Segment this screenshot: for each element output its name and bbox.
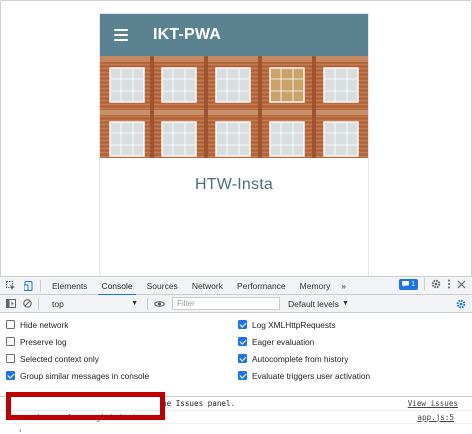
tab-performance[interactable]: Performance	[230, 277, 293, 295]
sidebar-toggle-icon[interactable]	[4, 297, 18, 311]
option-label: Autocomplete from history	[252, 353, 349, 364]
settings-right-column: Log XMLHttpRequests Eager evaluation Aut…	[238, 316, 470, 396]
issues-badge[interactable]: 1	[399, 278, 418, 290]
hide-network-option[interactable]: Hide network	[6, 316, 238, 333]
console-settings-gear-icon[interactable]	[456, 299, 466, 309]
evaluate-triggers-option[interactable]: Evaluate triggers user activation	[238, 367, 470, 384]
page-heading: HTW-Insta	[195, 176, 273, 193]
console-message: service worker registriert app.js:5	[0, 411, 472, 424]
eager-evaluation-checkbox[interactable]	[238, 337, 247, 346]
devtools-panel: Elements Console Sources Network Perform…	[0, 276, 472, 434]
option-label: Evaluate triggers user activation	[252, 370, 371, 381]
option-label: Selected context only	[20, 353, 99, 364]
option-label: Group similar messages in console	[20, 370, 150, 381]
console-settings: Hide network Preserve log Selected conte…	[0, 313, 472, 397]
separator	[40, 279, 41, 292]
group-similar-checkbox[interactable]	[6, 371, 15, 380]
message-icon	[402, 281, 410, 287]
view-issues-link[interactable]: View issues	[408, 399, 458, 408]
console-prompt[interactable]: ›	[0, 424, 472, 434]
autocomplete-option[interactable]: Autocomplete from history	[238, 350, 470, 367]
devtools-right-tools: 1	[399, 278, 466, 290]
app-header: IKT-PWA	[100, 14, 368, 56]
source-link[interactable]: app.js:5	[417, 413, 454, 422]
building-photo	[100, 56, 368, 158]
tab-elements[interactable]: Elements	[45, 277, 94, 295]
context-select[interactable]: top ▼	[47, 297, 143, 310]
option-label: Preserve log	[20, 336, 67, 347]
log-xhr-option[interactable]: Log XMLHttpRequests	[238, 316, 470, 333]
close-icon[interactable]	[457, 280, 466, 289]
selected-context-option[interactable]: Selected context only	[6, 350, 238, 367]
clear-console-icon[interactable]	[20, 297, 34, 311]
option-label: Eager evaluation	[252, 336, 315, 347]
gear-icon[interactable]	[431, 279, 441, 289]
console-output: he Issues panel. View issues service wor…	[0, 397, 472, 434]
tab-console[interactable]: Console	[94, 277, 139, 296]
preserve-log-option[interactable]: Preserve log	[6, 333, 238, 350]
device-toolbar-icon[interactable]	[22, 279, 36, 293]
evaluate-triggers-checkbox[interactable]	[238, 371, 247, 380]
issues-count: 1	[411, 280, 415, 288]
more-options-icon[interactable]	[447, 279, 451, 289]
app-viewport: IKT-PWA HTW-Insta	[100, 14, 368, 276]
separator	[424, 278, 425, 290]
dropdown-arrow-icon: ▼	[131, 300, 138, 307]
console-message: he Issues panel. View issues	[0, 397, 472, 411]
tab-network[interactable]: Network	[185, 277, 230, 295]
settings-left-column: Hide network Preserve log Selected conte…	[6, 316, 238, 396]
preserve-log-checkbox[interactable]	[6, 337, 15, 346]
dropdown-arrow-icon: ▼	[342, 300, 349, 307]
levels-label: Default levels	[288, 298, 340, 309]
more-tabs-button[interactable]: »	[337, 277, 350, 295]
selected-context-checkbox[interactable]	[6, 354, 15, 363]
option-label: Log XMLHttpRequests	[252, 319, 336, 330]
message-text: he Issues panel.	[162, 399, 236, 408]
tab-sources[interactable]: Sources	[140, 277, 185, 295]
app-title: IKT-PWA	[153, 26, 222, 43]
eye-icon[interactable]	[152, 297, 166, 311]
log-levels-dropdown[interactable]: Default levels ▼	[288, 299, 349, 309]
prompt-icon: ›	[18, 425, 23, 434]
hide-network-checkbox[interactable]	[6, 320, 15, 329]
filter-placeholder: Filter	[177, 299, 195, 308]
group-similar-option[interactable]: Group similar messages in console	[6, 367, 238, 384]
log-xhr-checkbox[interactable]	[238, 320, 247, 329]
option-label: Hide network	[20, 319, 69, 330]
inspect-element-icon[interactable]	[4, 279, 18, 293]
separator	[38, 297, 39, 310]
separator	[147, 297, 148, 310]
autocomplete-checkbox[interactable]	[238, 354, 247, 363]
devtools-tabbar: Elements Console Sources Network Perform…	[0, 277, 472, 296]
tab-memory[interactable]: Memory	[293, 277, 338, 295]
message-text: service worker registriert	[18, 412, 137, 422]
console-toolbar: top ▼ Filter Default levels ▼	[0, 295, 472, 313]
filter-input[interactable]: Filter	[172, 297, 280, 310]
menu-icon[interactable]	[114, 29, 128, 41]
context-value: top	[52, 298, 64, 309]
eager-evaluation-option[interactable]: Eager evaluation	[238, 333, 470, 350]
hero-image	[100, 56, 368, 158]
